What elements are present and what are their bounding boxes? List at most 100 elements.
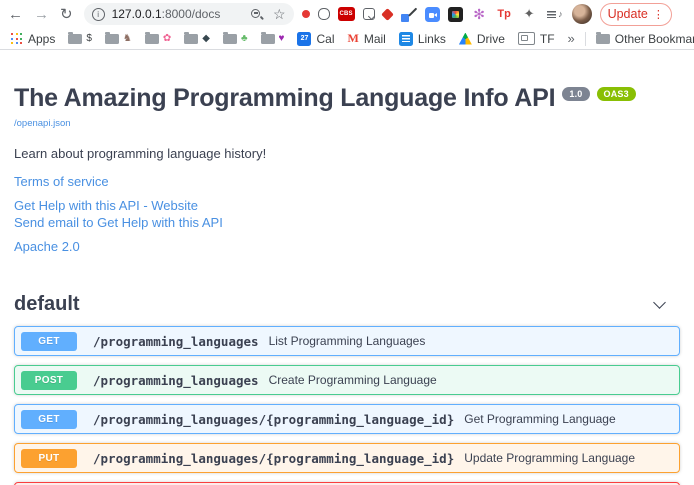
section-default-header[interactable]: default	[14, 293, 680, 316]
bookmark-mail[interactable]: M Mail	[348, 31, 386, 46]
api-title-text: The Amazing Programming Language Info AP…	[14, 84, 555, 112]
pocket-icon[interactable]	[363, 8, 375, 20]
api-links: Terms of service Get Help with this API …	[14, 174, 680, 254]
folder-badge-icon: ♞	[123, 34, 132, 44]
menu-dots-icon[interactable]: ⋮	[653, 8, 664, 21]
oas3-badge: OAS3	[597, 87, 636, 101]
endpoint-put-row[interactable]: PUT/programming_languages/{programming_l…	[14, 443, 680, 473]
endpoint-path: /programming_languages	[93, 373, 259, 388]
endpoint-path: /programming_languages	[93, 334, 259, 349]
bookmarks-divider	[585, 32, 586, 46]
page-info-icon[interactable]: i	[92, 8, 105, 21]
url-bar[interactable]: i 127.0.0.1:8000/docs ☆	[84, 3, 294, 25]
bookmark-folder-finance[interactable]: $	[68, 34, 92, 44]
zoom-out-icon[interactable]	[251, 8, 264, 21]
folder-badge-icon: ◆	[202, 34, 210, 44]
bookmark-folder-horse[interactable]: ♞	[105, 34, 132, 44]
terms-of-service-link[interactable]: Terms of service	[14, 174, 109, 189]
method-badge: GET	[21, 410, 77, 429]
folder-icon	[261, 34, 275, 44]
bookmark-label: Drive	[477, 32, 505, 46]
endpoint-summary: Update Programming Language	[464, 451, 635, 465]
browser-window: ← → ↻ i 127.0.0.1:8000/docs ☆ CBS ✻ Tp ✦ ♪ U…	[0, 0, 694, 50]
bookmarks-right-group: » Other Bookmarks	[568, 31, 694, 46]
bookmark-folder-heart[interactable]: ♥	[261, 34, 285, 44]
playlist-icon[interactable]: ♪	[546, 6, 563, 23]
contact-website-link[interactable]: Get Help with this API - Website	[14, 198, 198, 213]
folder-icon	[596, 34, 610, 44]
bookmark-folder-grad[interactable]: ◆	[184, 34, 210, 44]
drive-icon	[459, 33, 472, 45]
tf-icon	[518, 32, 535, 45]
folder-badge-icon: ♣	[241, 34, 248, 44]
bookmark-label: TF	[540, 32, 555, 46]
page-title: The Amazing Programming Language Info AP…	[14, 84, 680, 113]
method-badge: GET	[21, 332, 77, 351]
folder-badge-icon: ♥	[279, 34, 285, 44]
bookmark-tf[interactable]: TF	[518, 32, 555, 46]
endpoint-get-row[interactable]: GET/programming_languages/{programming_l…	[14, 404, 680, 434]
blocker-icon[interactable]	[302, 10, 310, 18]
endpoint-get-row[interactable]: GET/programming_languages List Programmin…	[14, 326, 680, 356]
gmail-icon: M	[348, 31, 359, 46]
profile-avatar[interactable]	[572, 4, 592, 24]
extension-area: CBS ✻ Tp ✦ ♪	[302, 6, 563, 23]
redirect-icon[interactable]	[381, 8, 394, 21]
url-path: :8000/docs	[162, 7, 221, 21]
video-call-icon[interactable]	[425, 7, 440, 22]
spark-icon[interactable]: ✦	[521, 6, 538, 23]
endpoint-summary: Get Programming Language	[464, 412, 615, 426]
browser-toolbar: ← → ↻ i 127.0.0.1:8000/docs ☆ CBS ✻ Tp ✦ ♪ U…	[0, 0, 694, 28]
update-label: Update	[608, 7, 648, 21]
section-title: default	[14, 293, 80, 316]
bookmark-other-bookmarks[interactable]: Other Bookmarks	[596, 32, 694, 46]
url-host: 127.0.0.1	[112, 7, 162, 21]
bookmark-label: Cal	[316, 32, 334, 46]
links-icon	[399, 32, 413, 46]
art-icon[interactable]	[448, 7, 463, 22]
zoom-minus	[254, 12, 258, 14]
chevron-down-icon[interactable]	[653, 296, 666, 309]
cbs-icon[interactable]: CBS	[338, 7, 355, 21]
method-badge: PUT	[21, 449, 77, 468]
license-link[interactable]: Apache 2.0	[14, 239, 80, 254]
bookmark-star-icon[interactable]: ☆	[273, 7, 286, 21]
bookmark-cal[interactable]: 27 Cal	[297, 32, 334, 46]
folder-icon	[105, 34, 119, 44]
folder-icon	[68, 34, 82, 44]
chat-bubble-icon[interactable]	[318, 8, 330, 20]
bookmark-label: Mail	[364, 32, 386, 46]
openapi-json-link[interactable]: /openapi.json	[14, 118, 71, 129]
endpoint-summary: Create Programming Language	[269, 373, 437, 387]
bookmarks-overflow-chevron[interactable]: »	[568, 31, 575, 46]
bookmark-links[interactable]: Links	[399, 32, 446, 46]
tp-icon[interactable]: Tp	[496, 6, 513, 23]
update-button[interactable]: Update ⋮	[600, 3, 672, 26]
bookmark-apps[interactable]: Apps	[10, 32, 55, 46]
endpoint-list: GET/programming_languages List Programmin…	[14, 326, 680, 485]
reload-icon[interactable]: ↻	[60, 7, 73, 22]
folder-icon	[223, 34, 237, 44]
color-picker-icon[interactable]	[400, 6, 417, 23]
method-badge: POST	[21, 371, 77, 390]
flower-icon[interactable]: ✻	[471, 6, 488, 23]
bookmark-label: Apps	[28, 32, 55, 46]
bookmarks-bar: Apps $ ♞ ✿ ◆ ♣ ♥ 27 Cal M Mail Links Drive TF » Other B…	[0, 28, 694, 50]
contact-email-link[interactable]: Send email to Get Help with this API	[14, 215, 223, 230]
endpoint-path: /programming_languages/{programming_lang…	[93, 412, 454, 427]
bookmark-drive[interactable]: Drive	[459, 32, 505, 46]
url-text[interactable]: 127.0.0.1:8000/docs	[112, 7, 221, 21]
bookmark-label: Other Bookmarks	[615, 32, 694, 46]
bookmark-folder-green[interactable]: ♣	[223, 34, 248, 44]
back-icon[interactable]: ←	[8, 7, 23, 22]
apps-grid-icon	[10, 32, 23, 45]
bookmark-folder-pink[interactable]: ✿	[145, 34, 171, 44]
endpoint-summary: List Programming Languages	[269, 334, 426, 348]
folder-icon	[184, 34, 198, 44]
swagger-page: The Amazing Programming Language Info AP…	[0, 84, 694, 485]
forward-icon[interactable]: →	[34, 7, 49, 22]
calendar-icon: 27	[297, 32, 311, 46]
folder-badge-icon: $	[86, 34, 92, 44]
folder-icon	[145, 34, 159, 44]
endpoint-post-row[interactable]: POST/programming_languages Create Program…	[14, 365, 680, 395]
